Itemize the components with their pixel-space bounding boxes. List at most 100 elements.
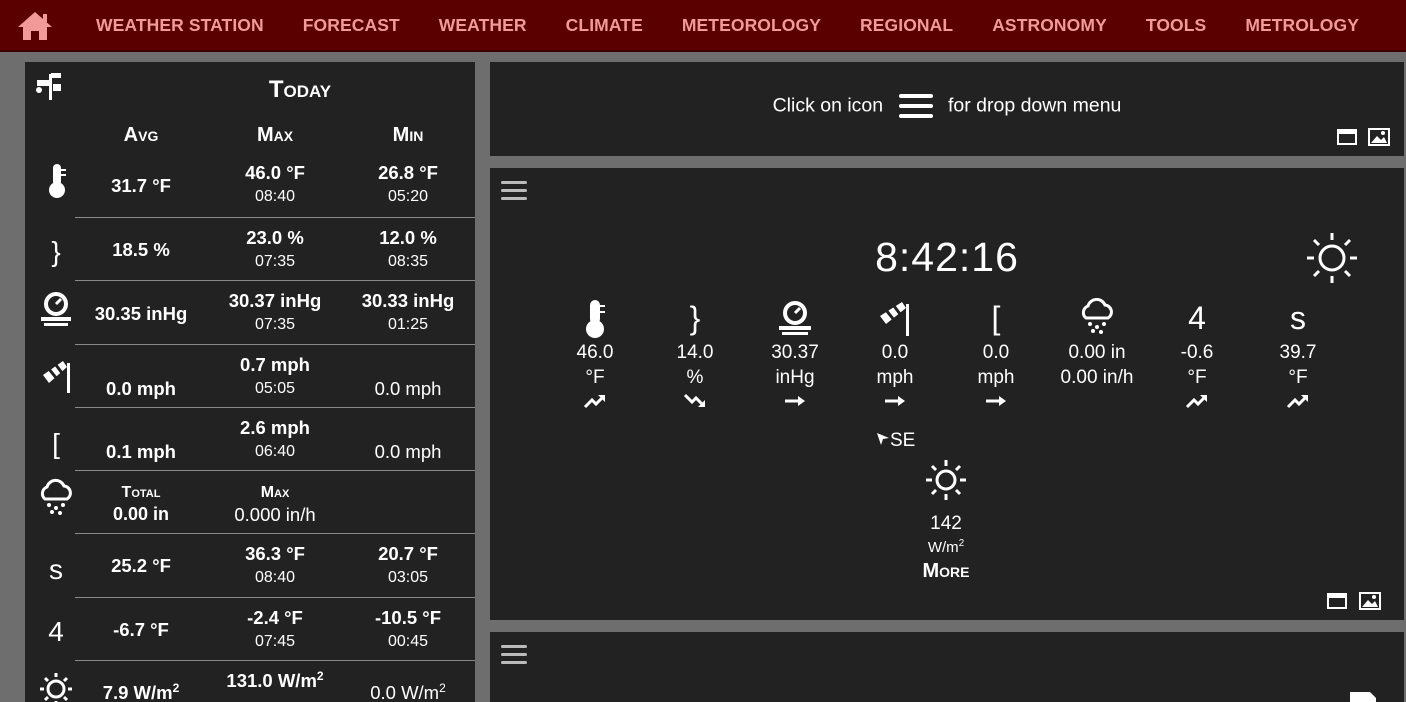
humidity-min: 12.0 % — [379, 227, 437, 248]
dewpoint-max: 36.3 °F — [245, 543, 305, 564]
dewpoint-min: 20.7 °F — [378, 543, 438, 564]
image-icon[interactable] — [1368, 128, 1390, 146]
windchill-max: -2.4 °F — [247, 607, 303, 628]
humidity-icon: } — [689, 299, 701, 336]
sensor-wind-value: 0.0 — [881, 342, 909, 363]
direction-arrow-icon — [877, 433, 889, 445]
solar-value: 142 — [930, 513, 962, 534]
hamburger-icon[interactable] — [500, 180, 528, 202]
today-row-solar: 7.9 W/m2 131.0 W/m2 0.0 W/m2 — [40, 660, 475, 702]
windsock-icon — [880, 302, 909, 336]
pressure-avg: 30.35 inHg — [94, 303, 188, 324]
sun-icon — [926, 460, 966, 500]
today-row-windchill: 4 -6.7 °F -2.4 °F 07:45 -10.5 °F 00:45 — [48, 597, 475, 660]
sensor-wind[interactable]: 0.0 mph — [845, 296, 945, 412]
humidity-avg: 18.5 % — [112, 239, 170, 260]
nav-meteorology[interactable]: METEOROLOGY — [682, 15, 821, 36]
rain-icon[interactable] — [37, 477, 75, 517]
trend-up-icon — [1185, 395, 1207, 409]
dewpoint-icon: s — [1290, 299, 1306, 336]
windchill-max-time: 07:45 — [254, 633, 296, 650]
humidity-min-time: 08:35 — [387, 253, 429, 270]
sensor-rain-rate: 0.00 in/h — [1060, 367, 1134, 388]
wind-direction: SE — [876, 430, 936, 452]
today-row-pressure: 30.35 inHg 30.37 inHg 07:35 30.33 inHg 01:… — [41, 280, 475, 343]
current-conditions-panel: 8:42:16 46.0 °F } 14.0 % 30.37 inHg 0.0 … — [490, 168, 1404, 620]
windchill-min-time: 00:45 — [387, 633, 429, 650]
wind-avg: 0.0 mph — [106, 378, 176, 399]
hamburger-icon[interactable] — [500, 644, 528, 666]
nav-climate[interactable]: CLIMATE — [566, 15, 643, 36]
today-row-humidity: } 18.5 % 23.0 % 07:35 12.0 % 08:35 — [51, 217, 475, 280]
weather-station-icon[interactable] — [33, 70, 67, 102]
solar-avg-sup: 2 — [172, 681, 180, 695]
barometer-icon[interactable] — [37, 289, 75, 329]
gust-min: 0.0 mph — [374, 441, 442, 462]
sensor-rain[interactable]: 0.00 in 0.00 in/h — [1047, 296, 1147, 390]
sensor-windchill[interactable]: 4 -0.6 °F — [1147, 296, 1247, 412]
hamburger-icon[interactable] — [897, 92, 935, 120]
sensor-pressure[interactable]: 30.37 inHg — [745, 296, 845, 412]
today-row-gust: [ 0.1 mph 2.6 mph 06:40 0.0 mph — [52, 407, 475, 470]
sun-icon[interactable] — [37, 667, 75, 702]
maximize-icon[interactable] — [1336, 128, 1358, 146]
nav-forecast[interactable]: FORECAST — [303, 15, 400, 36]
hint-text-after: for drop down menu — [947, 94, 1122, 117]
trend-up-icon — [1286, 395, 1308, 409]
nav-weather[interactable]: WEATHER — [439, 15, 527, 36]
sensor-humidity[interactable]: } 14.0 % — [645, 296, 745, 412]
today-panel: Today Avg Max Min 31.7 °F 46.0 °F 08:40 2… — [25, 62, 475, 702]
wind-gust-icon[interactable]: [ — [37, 424, 75, 464]
sun-icon[interactable] — [1304, 230, 1360, 286]
temp-max: 46.0 °F — [245, 162, 305, 183]
menu-hint-panel: Click on icon for drop down menu — [490, 62, 1404, 156]
dewpoint-icon[interactable]: s — [37, 550, 75, 590]
image-icon[interactable] — [1359, 592, 1381, 610]
avg-header: Avg — [123, 124, 159, 146]
solar-max: 131.0 W/m — [226, 670, 317, 692]
today-row-wind: 0.0 mph 0.7 mph 05:05 0.0 mph — [43, 344, 475, 407]
solar-min: 0.0 W/m — [370, 682, 440, 702]
humidity-icon[interactable]: } — [37, 232, 75, 272]
sensor-gust-value: 0.0 — [982, 342, 1010, 363]
wind-direction-label: SE — [890, 430, 916, 451]
windsock-icon[interactable] — [37, 355, 75, 395]
today-row-temperature: 31.7 °F 46.0 °F 08:40 26.8 °F 05:20 — [49, 154, 475, 217]
rain-icon — [1081, 298, 1113, 334]
sensor-humidity-value: 14.0 — [676, 342, 714, 363]
sensor-pressure-unit: inHg — [775, 367, 815, 388]
thermometer-icon[interactable] — [37, 160, 75, 200]
today-row-dewpoint: s 25.2 °F 36.3 °F 08:40 20.7 °F 03:05 — [49, 533, 475, 596]
maximize-icon[interactable] — [1326, 592, 1348, 610]
temp-avg: 31.7 °F — [111, 175, 171, 196]
temp-min: 26.8 °F — [378, 162, 438, 183]
nav-metrology[interactable]: METROLOGY — [1245, 15, 1359, 36]
solar-unit-sup: 2 — [958, 538, 965, 549]
sensor-temperature-value: 46.0 — [576, 342, 614, 363]
windchill-icon: 4 — [1188, 299, 1206, 336]
rain-max: 0.000 in/h — [234, 504, 316, 525]
main-menu: WEATHER STATION FORECAST WEATHER CLIMATE… — [96, 0, 1359, 50]
save-icon[interactable] — [1348, 690, 1378, 702]
sensor-dewpoint[interactable]: s 39.7 °F — [1248, 296, 1348, 412]
sensor-gust-unit: mph — [977, 367, 1015, 388]
windchill-icon[interactable]: 4 — [37, 612, 75, 652]
rain-total-label: Total — [121, 484, 161, 501]
wind-max-time: 05:05 — [254, 380, 296, 397]
sensor-windchill-value: -0.6 — [1180, 342, 1214, 363]
current-time: 8:42:16 — [875, 234, 1019, 280]
nav-tools[interactable]: TOOLS — [1146, 15, 1206, 36]
wind-gust-icon: [ — [991, 299, 1001, 336]
solar-radiation: 142 W/m2 More — [886, 458, 1006, 583]
sensor-temperature[interactable]: 46.0 °F — [545, 296, 645, 412]
nav-astronomy[interactable]: ASTRONOMY — [992, 15, 1107, 36]
sensor-dewpoint-value: 39.7 — [1279, 342, 1317, 363]
nav-weather-station[interactable]: WEATHER STATION — [96, 15, 264, 36]
more-link[interactable]: More — [886, 560, 1006, 583]
solar-unit: W/m — [927, 539, 959, 556]
nav-regional[interactable]: REGIONAL — [860, 15, 953, 36]
home-icon[interactable] — [16, 10, 54, 42]
today-row-rain: Total 0.00 in Max 0.000 in/h — [40, 470, 475, 533]
sensor-gust[interactable]: [ 0.0 mph — [946, 296, 1046, 412]
wind-min: 0.0 mph — [374, 378, 442, 399]
